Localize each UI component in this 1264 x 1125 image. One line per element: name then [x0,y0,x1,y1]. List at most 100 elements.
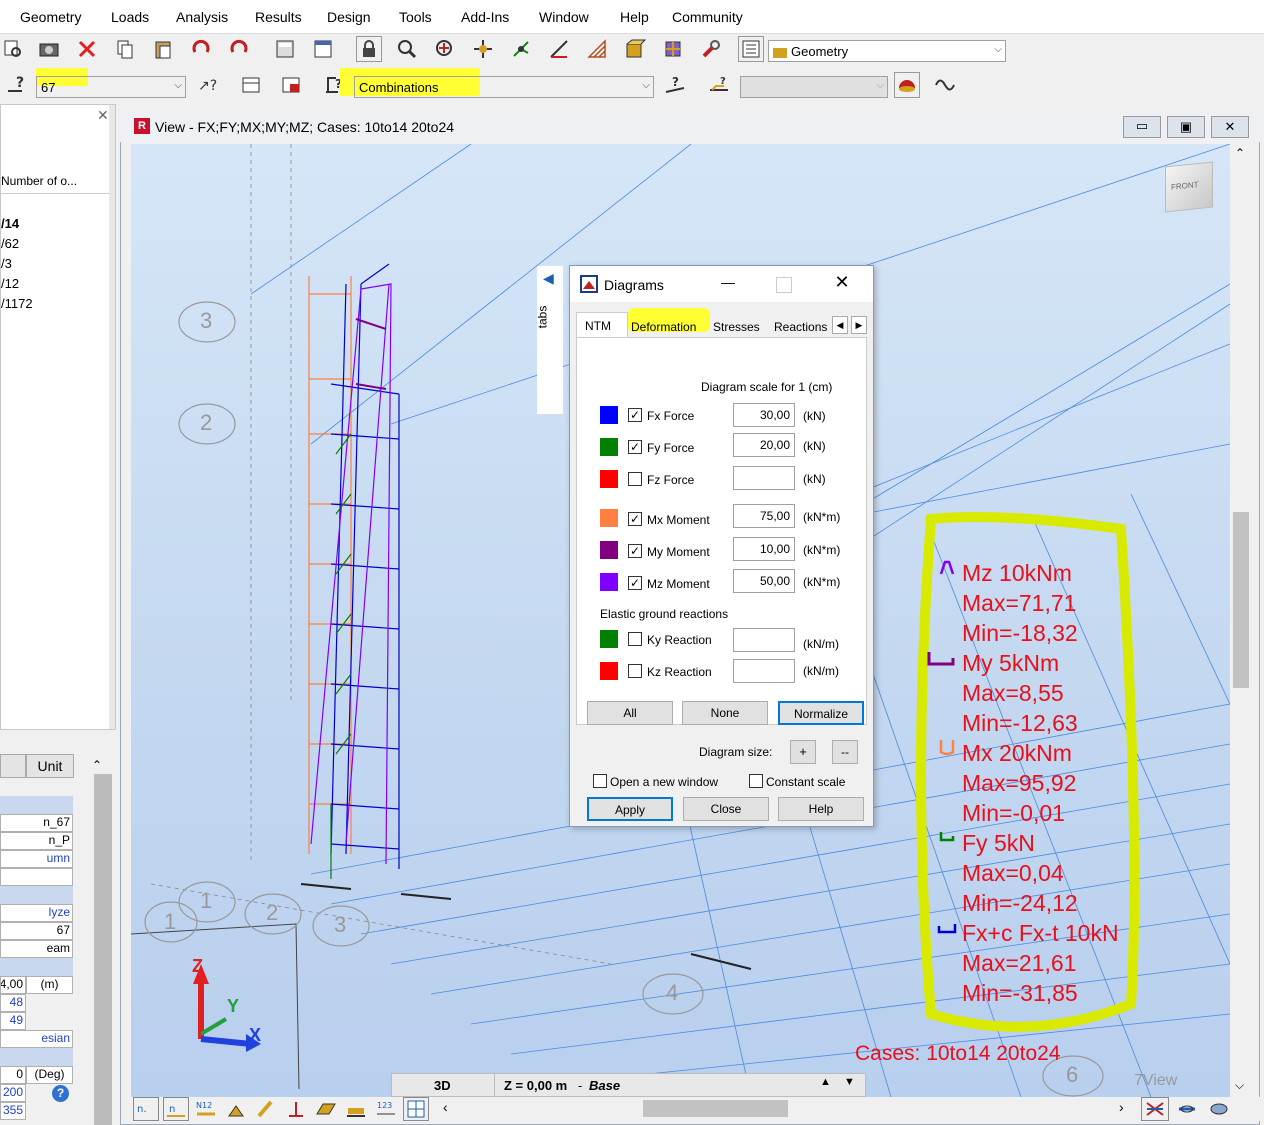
tab-reactions[interactable]: Reactions [774,320,827,334]
truss-icon[interactable] [584,36,610,62]
grid-cell[interactable]: 0 [0,1066,26,1084]
redo-icon[interactable] [226,36,252,62]
grid-cell[interactable]: umn [0,850,73,868]
all-button[interactable]: All [587,701,673,725]
results-icon[interactable] [894,72,920,98]
scrollbar[interactable] [94,774,112,1125]
tab-deformation[interactable]: Deformation [631,320,696,334]
numbering-icon[interactable]: 123 [373,1097,399,1121]
view-mode[interactable]: 3D [434,1078,451,1093]
tab-scroll-right-icon[interactable]: ▶ [851,316,867,334]
kz-input[interactable] [733,659,795,683]
table-filter-icon[interactable] [278,72,304,98]
calculator-icon[interactable] [272,36,298,62]
triangle-up-icon[interactable]: ▲ [820,1076,831,1088]
normalize-button[interactable]: Normalize [778,701,864,725]
zoom-icon[interactable] [394,36,420,62]
supports-icon[interactable] [223,1097,249,1121]
sections-view-icon[interactable] [1173,1097,1201,1121]
ky-checkbox[interactable] [628,632,642,646]
menu-tools[interactable]: Tools [399,9,432,25]
scroll-thumb[interactable] [1233,512,1249,688]
panels-icon[interactable] [313,1097,339,1121]
menu-window[interactable]: Window [539,9,589,25]
structure-view-icon[interactable] [1141,1097,1169,1121]
tab-scroll-left-icon[interactable]: ◀ [832,316,848,334]
minimize-button[interactable]: — [718,274,738,290]
layout-icon[interactable] [738,36,764,62]
size-minus-button[interactable]: -- [832,740,858,764]
constant-scale-checkbox[interactable] [749,774,763,788]
undo-icon[interactable] [188,36,214,62]
list-item[interactable]: /62 [1,236,19,251]
model-icon[interactable] [660,36,686,62]
grid-cell[interactable]: n_67 [0,814,73,832]
node-numbers-icon[interactable]: n. [133,1097,159,1121]
menu-loads[interactable]: Loads [111,9,149,25]
fz-scale-input[interactable] [733,466,795,490]
pan-icon[interactable] [470,36,496,62]
my-checkbox[interactable]: ✓ [628,544,642,558]
triangle-down-icon[interactable]: ▼ [844,1076,855,1088]
close-dialog-button[interactable]: Close [683,797,769,821]
fz-checkbox[interactable] [628,472,642,486]
menu-help[interactable]: Help [620,9,649,25]
menu-community[interactable]: Community [672,9,743,25]
wrench-icon[interactable] [698,36,724,62]
ky-input[interactable] [733,628,795,652]
list-item[interactable]: /1172 [1,296,33,311]
paste-icon[interactable] [150,36,176,62]
node-icon[interactable] [508,36,534,62]
copy-icon[interactable] [112,36,138,62]
mx-scale-input[interactable]: 75,00 [733,504,795,528]
grid-cell[interactable]: 67 [0,922,73,940]
hscroll-thumb[interactable] [643,1100,788,1117]
menu-analysis[interactable]: Analysis [176,9,228,25]
preview-icon[interactable] [0,36,26,62]
loads-select-icon[interactable]: ? [662,72,688,98]
case-combo[interactable]: 67 ⌵ [36,76,186,98]
close-button[interactable]: ✕ [1211,116,1249,138]
maximize-button[interactable]: ▣ [1167,116,1205,138]
fy-checkbox[interactable]: ✓ [628,440,642,454]
view-cube[interactable]: FRONT [1165,161,1213,213]
chevron-left-icon[interactable]: ‹ [443,1099,448,1115]
releases-icon[interactable] [283,1097,309,1121]
fx-scale-input[interactable]: 30,00 [733,403,795,427]
fy-scale-input[interactable]: 20,00 [733,433,795,457]
zoom-window-icon[interactable] [432,36,458,62]
grid-cell[interactable]: esian [0,1030,73,1048]
query-icon[interactable]: ↗? [194,72,220,98]
loads-display-icon[interactable] [343,1097,369,1121]
help-button[interactable]: Help [778,797,864,821]
grid-cell[interactable]: 4,00 [0,976,26,994]
list-item[interactable]: /14 [1,216,19,231]
menu-results[interactable]: Results [255,9,302,25]
selection-combo[interactable]: Combinations ⌵ [354,76,654,98]
open-new-window-checkbox[interactable] [593,774,607,788]
menu-addins[interactable]: Add-Ins [461,9,509,25]
grid-cell[interactable]: 355 [0,1102,26,1120]
minimize-button[interactable]: ▭ [1123,116,1161,138]
chevron-up-icon[interactable]: ⌃ [1235,146,1245,160]
mz-scale-input[interactable]: 50,00 [733,569,795,593]
lock-icon[interactable] [356,36,382,62]
scrollbar[interactable] [109,105,115,729]
my-scale-input[interactable]: 10,00 [733,537,795,561]
table-icon[interactable] [310,36,336,62]
mx-checkbox[interactable]: ✓ [628,512,642,526]
mz-checkbox[interactable]: ✓ [628,576,642,590]
grid-cell[interactable]: 200 [0,1084,26,1102]
filter-icon[interactable] [238,72,264,98]
load-case-icon[interactable]: ? [706,72,732,98]
none-button[interactable]: None [682,701,768,725]
list-item[interactable]: /3 [1,256,12,271]
help-icon[interactable]: ? [52,1085,69,1102]
apply-button[interactable]: Apply [587,797,673,821]
menu-design[interactable]: Design [327,9,371,25]
kz-checkbox[interactable] [628,664,642,678]
pencil-icon[interactable] [253,1097,279,1121]
grid-cell[interactable]: 49 [0,1012,26,1030]
list-item[interactable]: /12 [1,276,19,291]
tabs-strip[interactable]: ◀ tabs [535,266,563,414]
